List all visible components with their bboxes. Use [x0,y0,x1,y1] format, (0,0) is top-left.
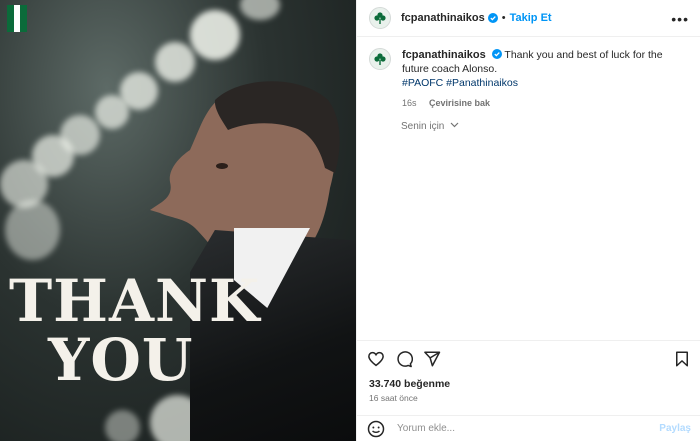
avatar[interactable] [369,48,391,70]
post-header: fcpanathinaikos • Takip Et ••• [357,0,700,37]
separator-dot: • [501,12,506,24]
caption-meta: 16s Çevirisine bak [402,96,689,110]
header-username[interactable]: fcpanathinaikos [401,12,485,24]
bookmark-icon[interactable] [673,350,691,368]
avatar[interactable] [369,7,391,29]
flag-stripe [13,5,21,32]
posted-time: 16 saat önce [369,393,418,403]
caption-hashtags[interactable]: #PAOFC #Panathinaikos [402,76,689,90]
caption-body: fcpanathinaikos Thank you and best of lu… [402,48,689,110]
flag-stripe [7,5,14,32]
heart-icon[interactable] [367,350,385,368]
action-bar [357,340,700,376]
likes-count[interactable]: 33.740 beğenme [369,378,450,390]
caption: fcpanathinaikos Thank you and best of lu… [369,48,689,110]
verified-badge-icon [491,49,502,59]
overlay-text-thank: THANK [9,267,261,335]
post-image[interactable]: THANK YOU [0,0,356,441]
clover-icon [374,12,386,24]
for-you-dropdown[interactable]: Senin için [401,121,459,132]
overlay-text-you: YOU [48,326,194,394]
more-horizontal-icon[interactable]: ••• [671,12,689,26]
verified-badge-icon [487,13,498,23]
for-you-label: Senin için [401,121,445,132]
caption-time: 16s [402,98,417,108]
flag-stripe [20,5,28,32]
comment-input[interactable] [397,423,647,434]
comment-box: Paylaş [357,415,700,441]
post-comment-button[interactable]: Paylaş [659,423,691,434]
follow-button[interactable]: Takip Et [510,12,552,24]
send-icon[interactable] [423,350,441,368]
caption-username[interactable]: fcpanathinaikos [402,49,486,61]
post-dialog: THANK YOU fcpanathinaikos • Takip Et ••• [0,0,700,441]
chevron-down-icon [450,122,459,128]
post-side-panel: fcpanathinaikos • Takip Et ••• fcpanathi… [356,0,700,441]
see-translation-button[interactable]: Çevirisine bak [429,98,490,108]
flag-icon [7,5,28,32]
emoji-icon[interactable] [367,420,385,438]
comment-icon[interactable] [395,350,413,368]
clover-icon [374,53,386,65]
